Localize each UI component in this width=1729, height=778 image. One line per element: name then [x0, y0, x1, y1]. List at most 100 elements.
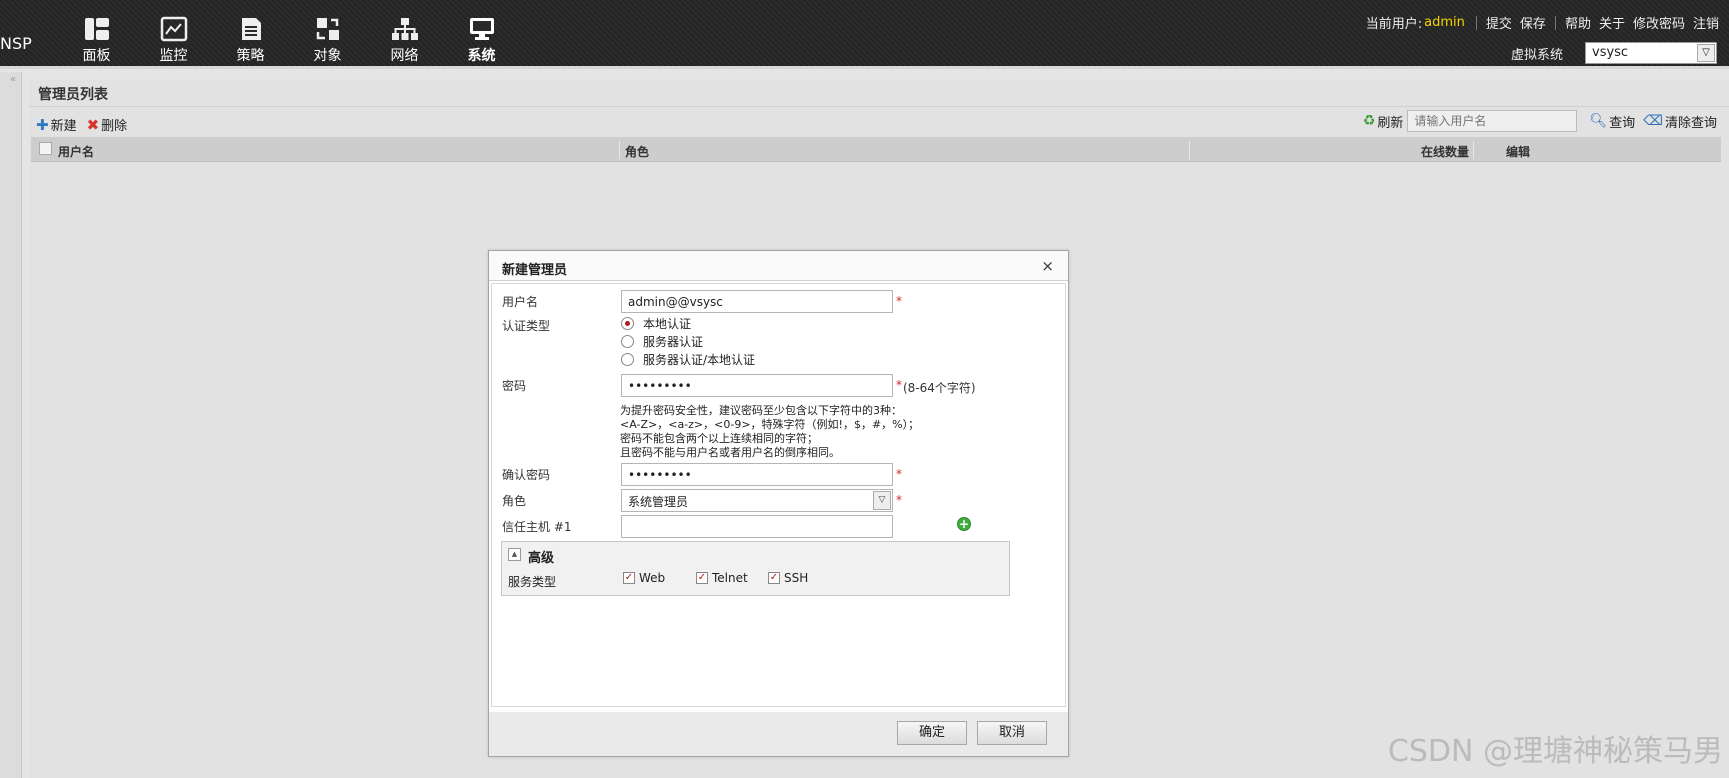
auth-type-label: 认证类型	[502, 319, 551, 333]
save-link[interactable]: 保存	[1520, 13, 1546, 32]
nav-item-system[interactable]: 系统	[443, 16, 520, 65]
cancel-button[interactable]: 取消	[977, 721, 1047, 745]
about-link[interactable]: 关于	[1599, 13, 1625, 32]
nav-label: 系统	[467, 48, 496, 64]
delete-icon: ✖	[86, 115, 100, 134]
clear-query-label: 清除查询	[1664, 115, 1717, 131]
nav-item-object[interactable]: 对象	[289, 16, 366, 65]
column-edit[interactable]: 编辑	[1506, 143, 1530, 160]
service-label: Telnet	[712, 571, 748, 585]
query-button[interactable]: 🔍︎ 查询	[1589, 112, 1635, 131]
required-mark: *	[896, 378, 902, 392]
virtual-system-selector: 虚拟系统 vsysc ▽	[1511, 42, 1717, 64]
ok-button[interactable]: 确定	[897, 721, 967, 745]
nav-label: 面板	[82, 48, 111, 64]
radio-button[interactable]	[621, 335, 634, 348]
service-telnet-checkbox[interactable]: ✓ Telnet	[696, 571, 748, 585]
nav-item-network[interactable]: 网络	[366, 16, 443, 65]
advanced-section: ▲ 高级 服务类型 ✓ Web ✓ Telnet ✓ SSH	[501, 541, 1010, 596]
nav-item-monitor[interactable]: 监控	[135, 16, 212, 65]
hint-line: 为提升密码安全性，建议密码至少包含以下字符中的3种：	[620, 404, 902, 417]
divider	[1554, 15, 1556, 30]
password-field[interactable]	[621, 374, 893, 397]
trusted-host-label: 信任主机 #1	[502, 520, 572, 534]
check-icon: ✓	[768, 572, 780, 584]
auth-option-server[interactable]: 服务器认证	[621, 333, 703, 350]
nav-label: 策略	[236, 48, 265, 64]
hint-line: <A-Z>，<a-z>，<0-9>，特殊字符（例如!，$，#，%）；	[620, 418, 920, 431]
current-user: admin	[1424, 15, 1465, 30]
network-icon	[391, 18, 418, 40]
nav-label: 对象	[313, 48, 342, 64]
username-label: 用户名	[502, 295, 539, 309]
collapse-icon[interactable]: «	[10, 74, 16, 85]
confirm-password-field[interactable]	[621, 463, 893, 486]
column-username[interactable]: 用户名	[58, 143, 94, 160]
password-hint: 为提升密码安全性，建议密码至少包含以下字符中的3种： <A-Z>，<a-z>，<…	[620, 404, 919, 460]
divider	[29, 106, 1729, 107]
column-online-count[interactable]: 在线数量	[1421, 143, 1469, 160]
required-mark: *	[896, 294, 902, 308]
trusted-host-field[interactable]	[621, 515, 893, 538]
panel-title: 管理员列表	[38, 87, 108, 103]
search-icon: 🔍︎	[1589, 113, 1608, 129]
auth-option-local[interactable]: 本地认证	[621, 315, 691, 332]
required-mark: *	[896, 493, 902, 507]
dialog-body: 用户名 * 认证类型 本地认证 服务器认证 服务器认证/本地认证 密码 * (8…	[491, 283, 1066, 707]
dialog-title: 新建管理员	[502, 263, 568, 278]
role-value: 系统管理员	[628, 495, 689, 509]
role-select[interactable]: 系统管理员 ▽	[621, 489, 893, 512]
column-role[interactable]: 角色	[625, 143, 649, 160]
help-link[interactable]: 帮助	[1565, 13, 1591, 32]
delete-button[interactable]: ✖ 删除	[86, 115, 128, 135]
top-links: 当前用户: admin 提交 保存 帮助 关于 修改密码 注销	[1366, 13, 1723, 32]
clear-query-button[interactable]: ⌫ 清除查询	[1635, 112, 1717, 131]
policy-icon	[241, 18, 261, 40]
search-toolbar: ♻ 刷新 🔍︎ 查询 ⌫ 清除查询	[1363, 110, 1717, 132]
divider	[1189, 141, 1190, 159]
change-password-link[interactable]: 修改密码	[1633, 13, 1685, 32]
submit-link[interactable]: 提交	[1486, 13, 1512, 32]
username-field[interactable]	[621, 290, 893, 313]
auth-option-server-local[interactable]: 服务器认证/本地认证	[621, 351, 755, 368]
role-label: 角色	[502, 494, 527, 508]
hint-line: 密码不能包含两个以上连续相同的字符；	[620, 432, 818, 445]
add-trusted-host-icon[interactable]: +	[957, 517, 971, 531]
username-search-input[interactable]	[1407, 110, 1578, 132]
service-ssh-checkbox[interactable]: ✓ SSH	[768, 571, 808, 585]
delete-label: 删除	[101, 119, 128, 134]
radio-button[interactable]	[621, 317, 634, 330]
chevron-down-icon[interactable]: ▽	[1697, 44, 1715, 62]
nav-label: 网络	[390, 48, 419, 64]
close-icon[interactable]: ×	[1041, 257, 1054, 275]
service-type-label: 服务类型	[508, 575, 557, 589]
current-user-label: 当前用户:	[1365, 17, 1423, 32]
check-icon: ✓	[623, 572, 635, 584]
service-label: Web	[639, 571, 666, 585]
nav-item-policy[interactable]: 策略	[212, 16, 289, 65]
divider	[1473, 141, 1474, 159]
new-admin-dialog: 新建管理员 × 用户名 * 认证类型 本地认证 服务器认证 服务器认证/本地认证…	[488, 250, 1069, 757]
new-button[interactable]: ✚ 新建	[36, 115, 77, 135]
service-label: SSH	[784, 571, 809, 585]
nav-item-dashboard[interactable]: 面板	[58, 16, 135, 65]
vsys-select[interactable]: vsysc ▽	[1585, 42, 1717, 64]
radio-label: 服务器认证/本地认证	[643, 353, 756, 367]
top-navigation-bar: NSP 面板 监控 策略 对象 网络 系统 当前用户: admin 提交 保存 …	[0, 0, 1729, 69]
chevron-down-icon[interactable]: ▽	[873, 491, 891, 510]
logout-link[interactable]: 注销	[1693, 13, 1719, 32]
refresh-button[interactable]: ♻ 刷新	[1363, 112, 1404, 131]
select-all-checkbox[interactable]	[39, 142, 52, 155]
monitor-icon	[160, 16, 187, 42]
left-collapse-rail[interactable]: «	[0, 72, 22, 778]
divider	[619, 141, 620, 159]
collapse-toggle-icon[interactable]: ▲	[508, 548, 521, 561]
radio-label: 服务器认证	[643, 335, 704, 349]
password-length-note: (8-64个字符)	[903, 381, 976, 395]
radio-button[interactable]	[621, 353, 634, 366]
service-web-checkbox[interactable]: ✓ Web	[623, 571, 665, 585]
advanced-title: 高级	[528, 551, 555, 566]
brand-label: NSP	[0, 34, 32, 53]
check-icon: ✓	[696, 572, 708, 584]
system-icon	[469, 18, 494, 40]
